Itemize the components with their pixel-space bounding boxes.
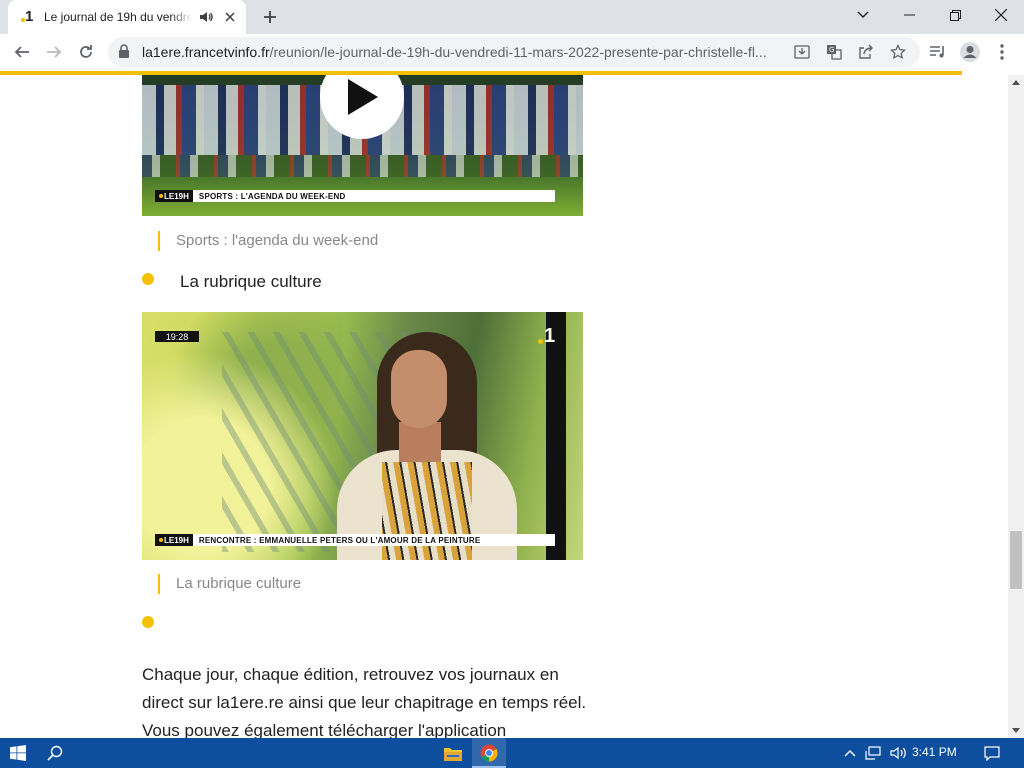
svg-text:G: G [829, 46, 834, 54]
lower-third-text: RENCONTRE : EMMANUELLE PETERS OU L'AMOUR… [198, 535, 481, 545]
profile-avatar-icon[interactable] [956, 38, 984, 66]
chevron-up-icon[interactable] [840, 738, 860, 768]
notification-center-icon[interactable] [976, 738, 1008, 768]
lower-third-bar: LE19H SPORTS : L'AGENDA DU WEEK-END [155, 190, 555, 202]
windows-start-icon[interactable] [0, 738, 36, 768]
bullet-dot [142, 273, 154, 285]
menu-kebab-icon[interactable] [988, 38, 1016, 66]
install-app-icon[interactable] [790, 40, 814, 64]
network-icon[interactable] [862, 738, 886, 768]
share-icon[interactable] [854, 40, 878, 64]
bookmark-star-icon[interactable] [886, 40, 910, 64]
browser-tab[interactable]: 1 Le journal de 19h du vendredi 11 mars … [8, 0, 246, 34]
video-player-sports[interactable]: LE19H SPORTS : L'AGENDA DU WEEK-END [142, 75, 583, 216]
interviewee-image [327, 332, 527, 560]
bullet-dot [142, 616, 154, 628]
video-caption: La rubrique culture [158, 574, 301, 594]
video-caption: Sports : l'agenda du week-end [158, 231, 378, 251]
file-explorer-icon[interactable] [436, 738, 470, 768]
scroll-down-arrow-icon[interactable] [1008, 722, 1024, 738]
lock-icon[interactable] [118, 44, 130, 63]
speaker-icon[interactable] [198, 9, 214, 25]
article-content: LE19H SPORTS : L'AGENDA DU WEEK-END Spor… [0, 75, 1008, 738]
lower-third-text: SPORTS : L'AGENDA DU WEEK-END [198, 191, 346, 201]
tab-title: Le journal de 19h du vendredi 11 mars 20… [44, 10, 192, 24]
page-scrollbar[interactable] [1008, 75, 1024, 738]
tab-strip: 1 Le journal de 19h du vendredi 11 mars … [0, 0, 1024, 34]
chrome-icon[interactable] [472, 738, 506, 768]
tab-search-button[interactable] [840, 0, 886, 30]
restore-button[interactable] [932, 0, 978, 30]
window-close-button[interactable] [978, 0, 1024, 30]
play-icon [348, 79, 378, 115]
channel-logo: 1 [544, 325, 556, 347]
back-button[interactable] [8, 38, 36, 66]
new-tab-button[interactable] [258, 6, 282, 28]
media-control-icon[interactable] [924, 38, 952, 66]
article-paragraph: Chaque jour, chaque édition, retrouvez v… [142, 665, 587, 738]
translate-icon[interactable]: G [822, 40, 846, 64]
minimize-button[interactable] [886, 0, 932, 30]
volume-icon[interactable] [888, 738, 910, 768]
url-text[interactable]: la1ere.francetvinfo.fr/reunion/le-journa… [142, 44, 782, 60]
favicon-icon: 1 [20, 8, 40, 25]
lower-third-bar: LE19H RENCONTRE : EMMANUELLE PETERS OU L… [155, 534, 555, 546]
search-icon[interactable] [38, 738, 72, 768]
timestamp-badge: 19:28 [155, 331, 199, 342]
forward-button[interactable] [40, 38, 68, 66]
scroll-up-arrow-icon[interactable] [1008, 75, 1024, 89]
browser-toolbar: la1ere.francetvinfo.fr/reunion/le-journa… [0, 34, 1024, 71]
video-player-culture[interactable]: 19:28 1 LE19H RENCONTRE : EMMANUELLE PET… [142, 312, 583, 560]
close-icon[interactable] [222, 9, 238, 25]
address-bar[interactable]: la1ere.francetvinfo.fr/reunion/le-journa… [108, 37, 920, 67]
list-item: La rubrique culture [180, 272, 322, 291]
taskbar-clock[interactable]: 3:41 PM [912, 745, 957, 759]
reload-button[interactable] [72, 38, 100, 66]
scrollbar-thumb[interactable] [1010, 531, 1022, 589]
windows-taskbar: 3:41 PM [0, 738, 1024, 768]
